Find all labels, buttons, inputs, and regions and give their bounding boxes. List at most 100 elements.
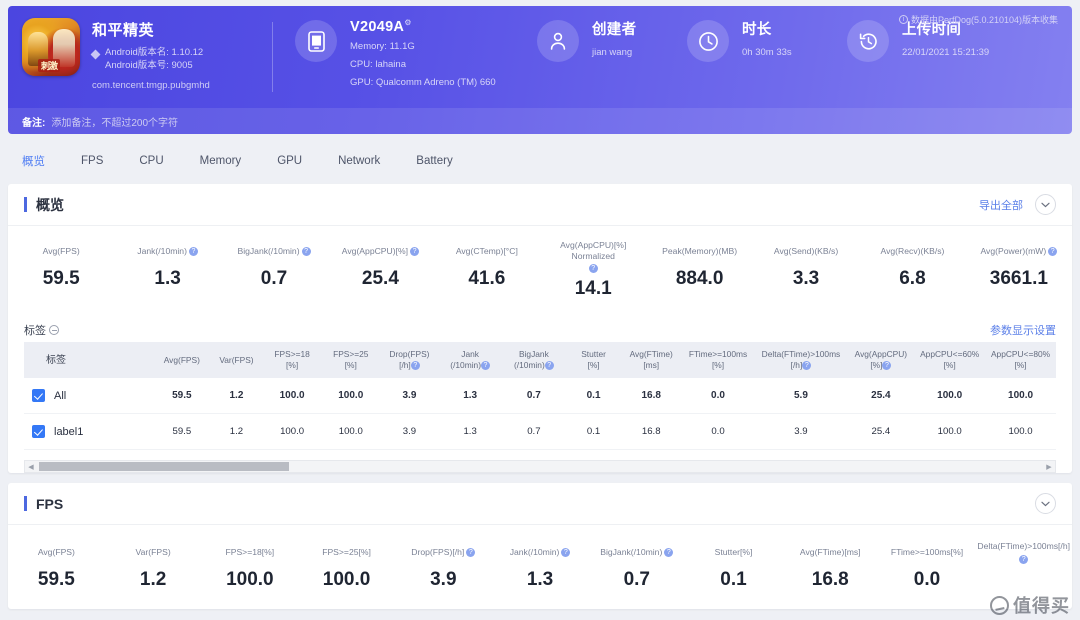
param-display-settings-button[interactable]: 参数显示设置 bbox=[990, 322, 1056, 338]
metric-avg-ctemp: Avg(CTemp)[°C] 41.6 bbox=[434, 240, 540, 300]
fps-metric-delta-ftime: Delta(FTime)>100ms[/h]? bbox=[975, 541, 1072, 591]
tab-overview[interactable]: 概览 bbox=[8, 153, 63, 169]
th-line1: Avg(AppCPU) bbox=[854, 349, 908, 359]
tab-gpu[interactable]: GPU bbox=[259, 155, 320, 167]
help-icon[interactable]: ? bbox=[481, 361, 490, 371]
fps-metric-var-fps: Var(FPS) 1.2 bbox=[105, 541, 202, 591]
help-icon[interactable]: ? bbox=[802, 361, 812, 371]
app-info-block: 刺激 和平精英 Android版本名: 1.10.12 Android版本号: … bbox=[8, 18, 268, 91]
fps-collapse-button[interactable] bbox=[1035, 493, 1056, 514]
cell: 1.3 bbox=[438, 378, 502, 414]
fps-card-header: FPS bbox=[8, 483, 1072, 525]
remark-placeholder[interactable]: 添加备注，不超过200个字符 bbox=[51, 114, 178, 129]
th-line1: Drop(FPS) bbox=[389, 349, 430, 359]
metric-label-text: FTime>=100ms[%] bbox=[890, 547, 964, 557]
metric-avg-send: Avg(Send)(KB/s) 3.3 bbox=[753, 240, 859, 300]
duration-value: 0h 30m 33s bbox=[742, 47, 792, 58]
fps-metric-avg-ftime: Avg(FTime)[ms] 16.8 bbox=[782, 541, 879, 591]
collector-note-text: 数据由PerfDog(5.0.210104)版本收集 bbox=[910, 15, 1058, 25]
th-appcpu-le-60: AppCPU<=60% [%] bbox=[914, 342, 986, 378]
metric-avg-recv: Avg(Recv)(KB/s) 6.8 bbox=[859, 240, 965, 300]
device-gpu: GPU: Qualcomm Adreno (TM) 660 bbox=[350, 76, 496, 88]
scrollbar-track[interactable] bbox=[37, 461, 1043, 472]
table-header-row: 标签 Avg(FPS) Var(FPS) FPS>=18 [%] FPS>=25[… bbox=[24, 342, 1056, 378]
tab-cpu[interactable]: CPU bbox=[121, 155, 181, 167]
metric-label-text: Avg(FPS) bbox=[37, 547, 75, 557]
upload-value: 22/01/2021 15:21:39 bbox=[902, 47, 990, 58]
collector-note: i 数据由PerfDog(5.0.210104)版本收集 bbox=[898, 13, 1058, 26]
user-icon bbox=[537, 20, 579, 62]
scrollbar-thumb[interactable] bbox=[39, 462, 289, 471]
th-line2: [%] bbox=[1014, 360, 1027, 370]
cell: 5.9 bbox=[754, 378, 848, 414]
metric-label-text: Var(FPS) bbox=[135, 547, 171, 557]
metric-bigjank: BigJank(/10min)? 0.7 bbox=[221, 240, 327, 300]
help-icon[interactable]: ? bbox=[410, 361, 420, 371]
title-accent-bar bbox=[24, 496, 27, 511]
perfdog-report-page: i 数据由PerfDog(5.0.210104)版本收集 刺激 和平精英 And… bbox=[0, 6, 1080, 620]
cell: 100.0 bbox=[985, 413, 1056, 450]
help-icon[interactable]: ? bbox=[544, 361, 554, 371]
th-line2: [/h] bbox=[790, 360, 803, 370]
scroll-left-arrow[interactable]: ◀ bbox=[25, 463, 37, 471]
diamond-icon bbox=[90, 49, 101, 60]
table-row[interactable]: label1 59.5 1.2 100.0 100.0 3.9 1.3 0.7 … bbox=[24, 413, 1056, 450]
chevron-down-icon bbox=[1041, 501, 1050, 506]
device-model-text: V2049A bbox=[350, 18, 405, 35]
th-line1: FTime>=100ms bbox=[688, 349, 748, 359]
th-line1: Stutter bbox=[581, 349, 606, 359]
metric-label-text: Avg(Send)(KB/s) bbox=[773, 246, 839, 256]
help-icon[interactable]: ? bbox=[882, 361, 892, 371]
collapse-minus-icon[interactable] bbox=[49, 325, 59, 335]
cell: 100.0 bbox=[321, 378, 381, 414]
creator-info-block: 创建者 jian wang bbox=[537, 18, 687, 62]
help-icon[interactable]: ? bbox=[664, 548, 674, 557]
metric-value: 0.7 bbox=[623, 569, 650, 590]
fps-card: FPS Avg(FPS) 59.5 Var(FPS) 1.2 FPS>=18[%… bbox=[8, 483, 1072, 609]
help-icon[interactable]: ? bbox=[410, 247, 420, 256]
fps-metric-drop-fps: Drop(FPS)[/h]? 3.9 bbox=[395, 541, 492, 591]
export-all-button[interactable]: 导出全部 bbox=[979, 197, 1023, 213]
fps-metric-ftime-ge-100ms: FTime>=100ms[%] 0.0 bbox=[879, 541, 976, 591]
metric-value: 1.3 bbox=[154, 268, 181, 289]
th-line2: [%] bbox=[344, 360, 357, 370]
device-cpu: CPU: lahaina bbox=[350, 58, 406, 70]
cell: 100.0 bbox=[914, 378, 986, 414]
row-checkbox[interactable] bbox=[32, 425, 45, 438]
device-model: V2049A⚙ bbox=[350, 18, 496, 35]
chevron-down-icon bbox=[1041, 202, 1050, 207]
help-icon[interactable]: ? bbox=[588, 264, 598, 273]
fps-metric-fps-ge-18: FPS>=18[%] 100.0 bbox=[201, 541, 298, 591]
help-icon[interactable]: ? bbox=[1048, 247, 1058, 256]
help-icon[interactable]: ? bbox=[466, 548, 476, 557]
metric-label-text: FPS>=18[%] bbox=[225, 547, 275, 557]
overview-collapse-button[interactable] bbox=[1035, 194, 1056, 215]
overview-table-head: 标签 Avg(FPS) Var(FPS) FPS>=18 [%] FPS>=25[… bbox=[24, 342, 1056, 378]
table-horizontal-scrollbar[interactable]: ◀ ▶ bbox=[24, 460, 1056, 473]
help-icon[interactable]: ? bbox=[561, 548, 571, 557]
remark-bar[interactable]: 备注: 添加备注，不超过200个字符 bbox=[8, 108, 1072, 134]
th-ftime-ge-100ms: FTime>=100ms [%] bbox=[681, 342, 755, 378]
metric-value: 884.0 bbox=[675, 268, 724, 289]
cell: 100.0 bbox=[262, 378, 322, 414]
tab-memory[interactable]: Memory bbox=[182, 155, 260, 167]
cell: 59.5 bbox=[153, 413, 211, 450]
metric-avg-power: Avg(Power)(mW)? 3661.1 bbox=[966, 240, 1072, 300]
metric-value: 1.3 bbox=[526, 569, 554, 590]
scroll-right-arrow[interactable]: ▶ bbox=[1043, 463, 1055, 471]
table-row[interactable]: All 59.5 1.2 100.0 100.0 3.9 1.3 0.7 0.1… bbox=[24, 378, 1056, 414]
row-label-cell: label1 bbox=[24, 413, 154, 450]
help-icon[interactable]: ? bbox=[301, 247, 311, 256]
th-line1: Jank bbox=[461, 349, 479, 359]
row-checkbox[interactable] bbox=[32, 389, 45, 402]
tab-bar: 概览 FPS CPU Memory GPU Network Battery bbox=[8, 144, 1072, 178]
th-var-fps: Var(FPS) bbox=[210, 342, 263, 378]
tab-fps[interactable]: FPS bbox=[63, 155, 121, 167]
table-section-label[interactable]: 标签 bbox=[24, 322, 59, 338]
help-icon[interactable]: ? bbox=[1019, 554, 1029, 564]
help-icon[interactable]: ? bbox=[188, 247, 198, 256]
tab-battery[interactable]: Battery bbox=[398, 155, 470, 167]
tab-network[interactable]: Network bbox=[320, 155, 398, 167]
overview-header-actions: 导出全部 bbox=[979, 194, 1056, 215]
cell: 100.0 bbox=[321, 413, 381, 450]
